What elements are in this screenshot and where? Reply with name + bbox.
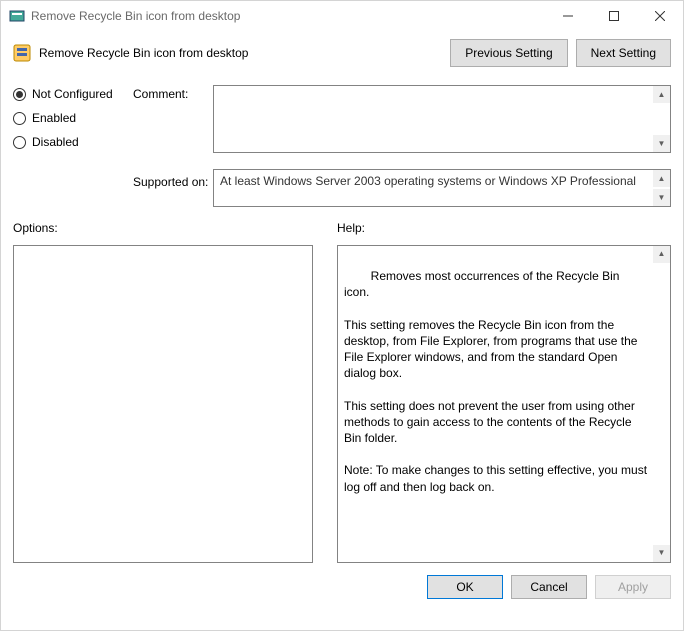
comment-textarea[interactable]: ▲ ▼ [213,85,671,153]
scroll-down-icon[interactable]: ▼ [653,189,670,206]
previous-setting-button[interactable]: Previous Setting [450,39,567,67]
setting-icon [13,44,31,62]
next-setting-button[interactable]: Next Setting [576,39,671,67]
radio-icon [13,112,26,125]
scroll-up-icon[interactable]: ▲ [653,246,670,263]
ok-button[interactable]: OK [427,575,503,599]
radio-icon [13,136,26,149]
app-icon [9,8,25,24]
window-title: Remove Recycle Bin icon from desktop [31,9,545,23]
radio-label: Not Configured [32,87,113,101]
supported-on-field: At least Windows Server 2003 operating s… [213,169,671,207]
radio-icon [13,88,26,101]
dialog-footer: OK Cancel Apply [1,563,683,611]
scroll-down-icon[interactable]: ▼ [653,135,670,152]
titlebar: Remove Recycle Bin icon from desktop [1,1,683,31]
close-button[interactable] [637,1,683,31]
supported-label: Supported on: [133,169,213,207]
help-label: Help: [337,221,671,235]
scroll-up-icon[interactable]: ▲ [653,170,670,187]
radio-not-configured[interactable]: Not Configured [13,87,133,101]
help-pane: Removes most occurrences of the Recycle … [337,245,671,563]
options-label: Options: [13,221,313,235]
maximize-button[interactable] [591,1,637,31]
help-text: Removes most occurrences of the Recycle … [344,269,650,493]
options-pane [13,245,313,563]
radio-disabled[interactable]: Disabled [13,135,133,149]
scroll-down-icon[interactable]: ▼ [653,545,670,562]
radio-label: Enabled [32,111,76,125]
radio-enabled[interactable]: Enabled [13,111,133,125]
supported-on-text: At least Windows Server 2003 operating s… [220,174,636,188]
setting-title: Remove Recycle Bin icon from desktop [39,46,450,60]
radio-label: Disabled [32,135,79,149]
scroll-up-icon[interactable]: ▲ [653,86,670,103]
apply-button: Apply [595,575,671,599]
state-radio-group: Not Configured Enabled Disabled [13,85,133,159]
cancel-button[interactable]: Cancel [511,575,587,599]
comment-label: Comment: [133,85,213,159]
minimize-button[interactable] [545,1,591,31]
